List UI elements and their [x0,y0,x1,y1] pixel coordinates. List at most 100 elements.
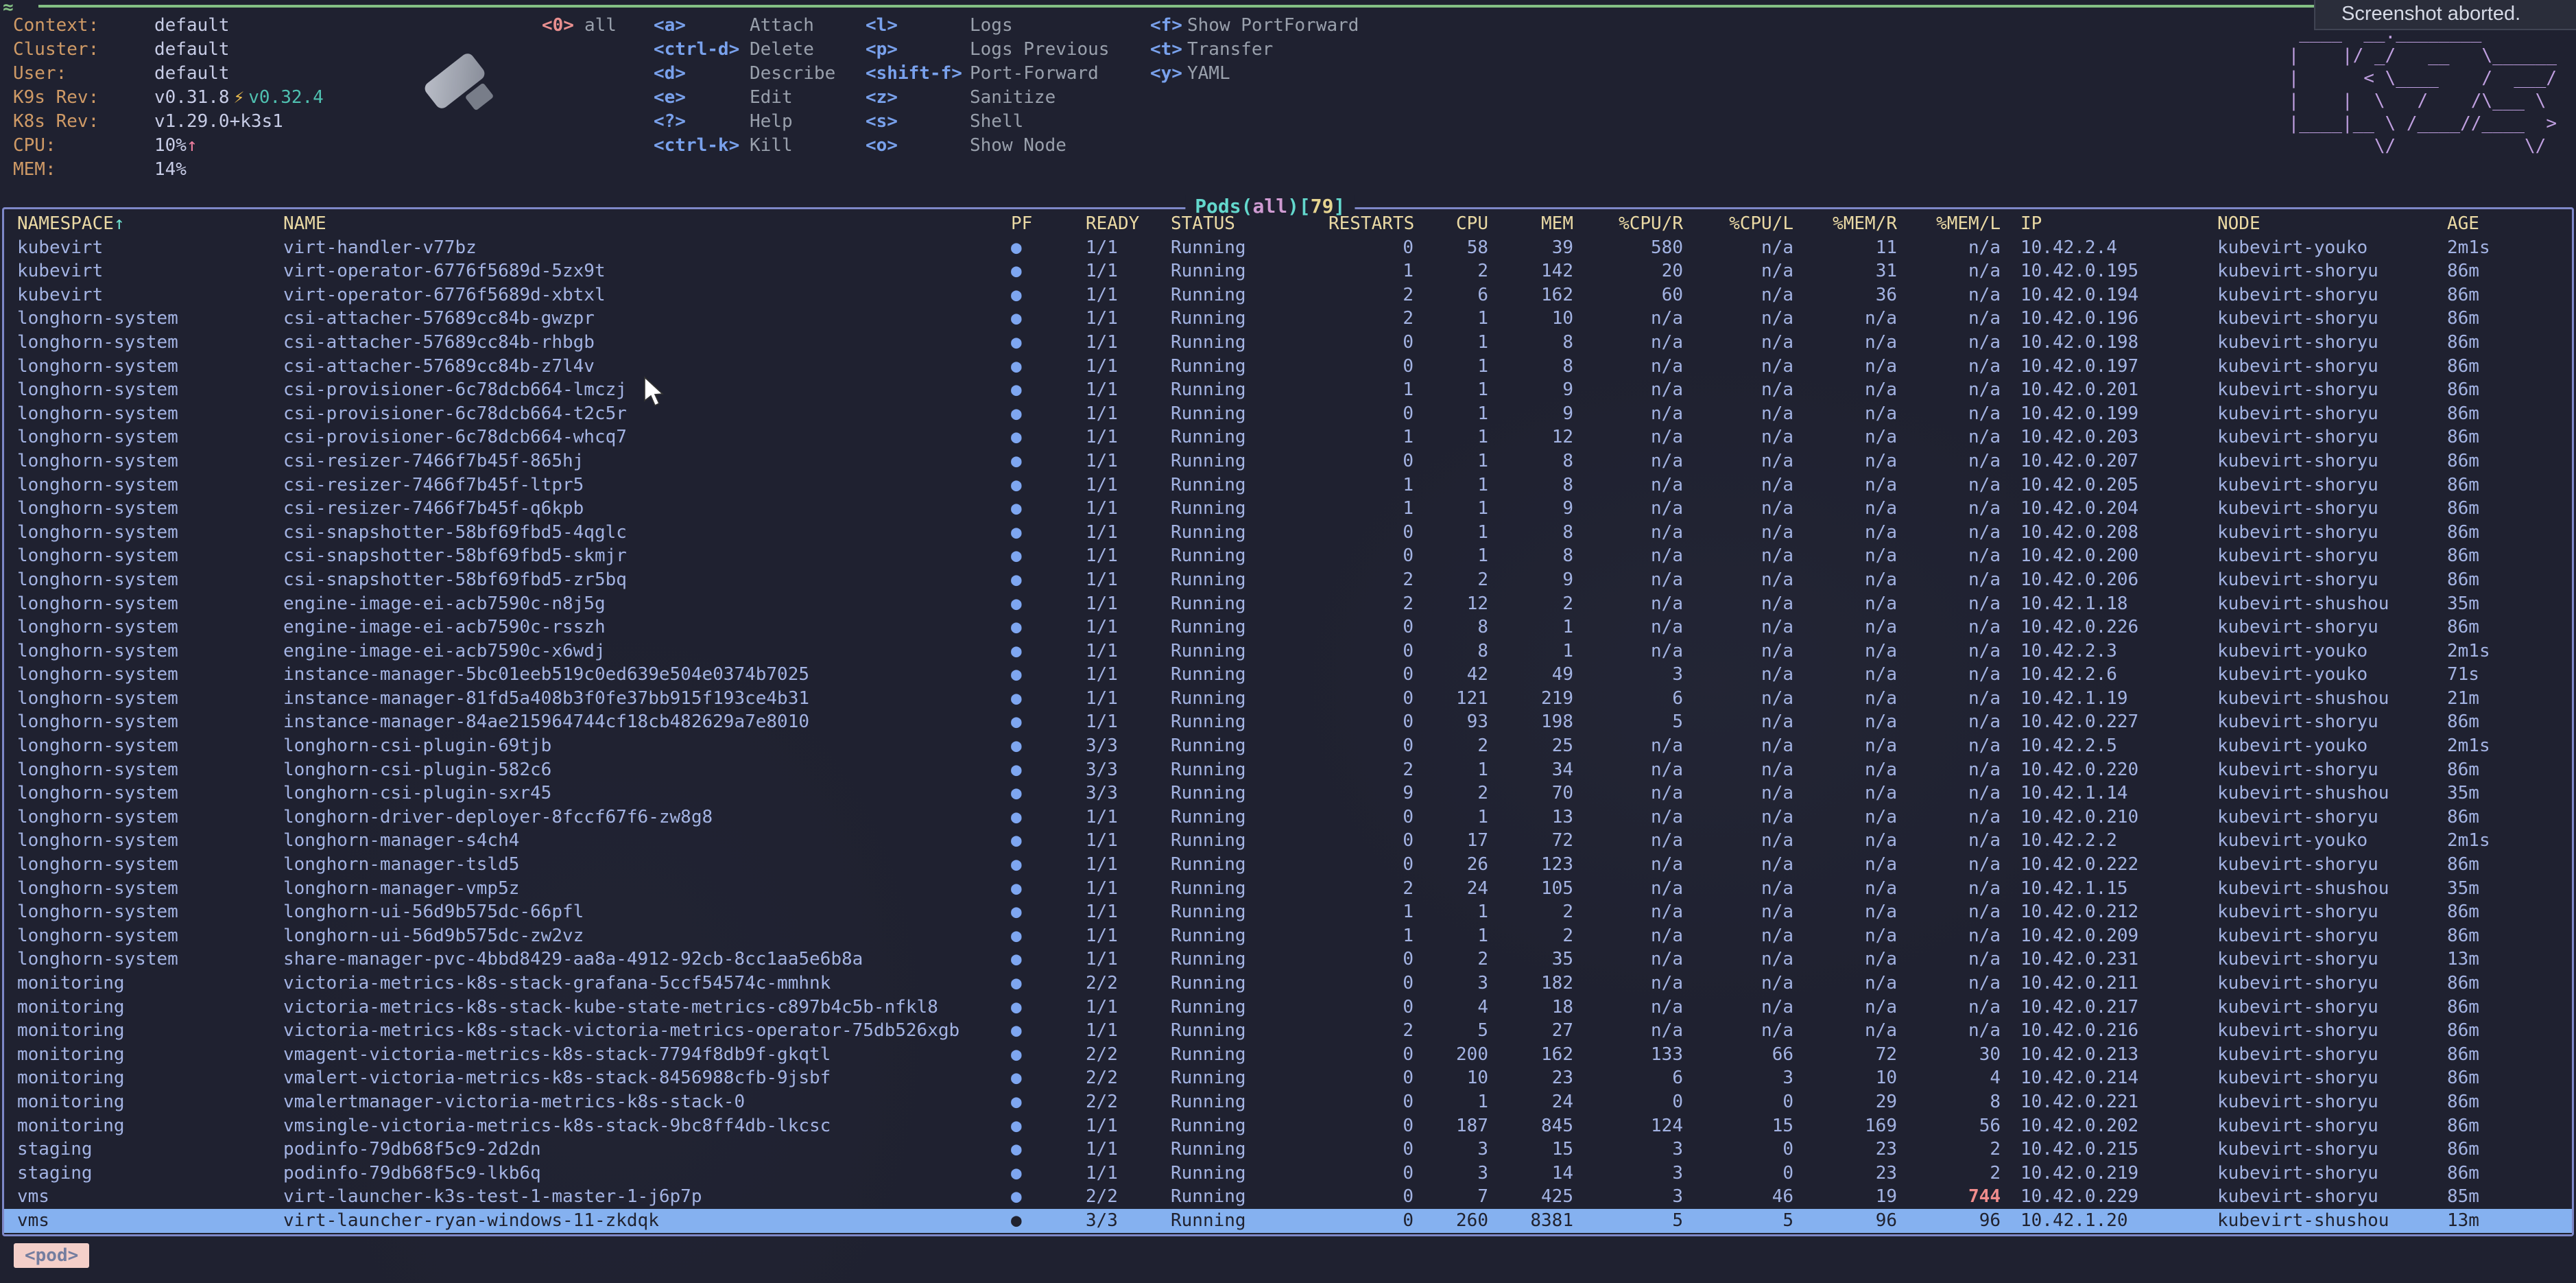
table-row[interactable]: longhorn-systemcsi-resizer-7466f7b45f-q6… [4,497,2572,521]
cell-name: csi-attacher-57689cc84b-rhbgb [283,331,1010,355]
table-row[interactable]: monitoringvmalertmanager-victoria-metric… [4,1090,2572,1114]
pod-status-dot-icon: ● [1010,592,1072,616]
column-header-cpur[interactable]: %CPU/R [1573,212,1683,236]
pod-status-dot-icon: ● [1010,425,1072,449]
table-row[interactable]: longhorn-systemlonghorn-csi-plugin-sxr45… [4,781,2572,805]
cell-age: 86m [2447,1162,2559,1186]
column-header-namespace[interactable]: NAMESPACE↑ [17,212,283,236]
cell-cpu: 3 [1414,972,1488,996]
cell-status: Running [1171,355,1328,379]
table-row[interactable]: longhorn-systemlonghorn-manager-tsld5●1/… [4,853,2572,877]
table-row[interactable]: stagingpodinfo-79db68f5c9-2d2dn●1/1Runni… [4,1138,2572,1162]
table-row[interactable]: longhorn-systemlonghorn-csi-plugin-69tjb… [4,734,2572,758]
table-row[interactable]: longhorn-systemcsi-attacher-57689cc84b-z… [4,355,2572,379]
table-row[interactable]: longhorn-systemlonghorn-ui-56d9b575dc-66… [4,900,2572,924]
cell-restarts: 1 [1328,900,1414,924]
hotkey-label: Port-Forward [970,63,1099,84]
table-row[interactable]: longhorn-systemengine-image-ei-acb7590c-… [4,639,2572,663]
table-row[interactable]: longhorn-systeminstance-manager-5bc01eeb… [4,663,2572,687]
table-row[interactable]: kubevirtvirt-handler-v77bz●1/1Running058… [4,236,2572,260]
table-row[interactable]: kubevirtvirt-operator-6776f5689d-xbtxl●1… [4,283,2572,307]
cell-node: kubevirt-shoryu [2217,378,2447,402]
table-row[interactable]: longhorn-systemlonghorn-manager-s4ch4●1/… [4,829,2572,853]
column-header-restarts[interactable]: RESTARTS [1328,212,1414,236]
table-row[interactable]: longhorn-systemcsi-provisioner-6c78dcb66… [4,402,2572,426]
cell-node: kubevirt-shoryu [2217,1043,2447,1067]
k9s-rev-value: v0.31.8 [154,87,230,108]
cell-cpur: n/a [1573,331,1683,355]
cell-cpu: 1 [1414,402,1488,426]
table-row[interactable]: longhorn-systemcsi-snapshotter-58bf69fbd… [4,521,2572,545]
column-header-mem[interactable]: MEM [1488,212,1573,236]
table-row[interactable]: longhorn-systeminstance-manager-84ae2159… [4,710,2572,734]
table-row[interactable]: monitoringvictoria-metrics-k8s-stack-kub… [4,996,2572,1020]
column-header-pf[interactable]: PF [1010,212,1072,236]
table-row[interactable]: longhorn-systemengine-image-ei-acb7590c-… [4,592,2572,616]
column-header-cpul[interactable]: %CPU/L [1683,212,1793,236]
table-row[interactable]: longhorn-systemlonghorn-driver-deployer-… [4,805,2572,829]
cell-cpur: n/a [1573,900,1683,924]
table-row[interactable]: longhorn-systeminstance-manager-81fd5a40… [4,687,2572,711]
cell-cpul: n/a [1683,236,1793,260]
table-row[interactable]: longhorn-systemcsi-provisioner-6c78dcb66… [4,425,2572,449]
cell-namespace: longhorn-system [17,402,283,426]
column-header-memr[interactable]: %MEM/R [1793,212,1897,236]
cell-ip: 10.42.2.3 [2001,639,2217,663]
table-row[interactable]: longhorn-systemshare-manager-pvc-4bbd842… [4,947,2572,972]
table-row[interactable]: longhorn-systemcsi-provisioner-6c78dcb66… [4,378,2572,402]
table-row[interactable]: longhorn-systemlonghorn-manager-vmp5z●1/… [4,877,2572,901]
table-row[interactable]: longhorn-systemcsi-snapshotter-58bf69fbd… [4,544,2572,568]
table-row[interactable]: longhorn-systemengine-image-ei-acb7590c-… [4,615,2572,639]
cell-node: kubevirt-shoryu [2217,331,2447,355]
table-row[interactable]: kubevirtvirt-operator-6776f5689d-5zx9t●1… [4,259,2572,283]
cell-name: podinfo-79db68f5c9-2d2dn [283,1138,1010,1162]
cell-mem: 1 [1488,639,1573,663]
column-header-ready[interactable]: READY [1072,212,1171,236]
cell-status: Running [1171,1138,1328,1162]
cell-namespace: staging [17,1138,283,1162]
table-row[interactable]: longhorn-systemcsi-attacher-57689cc84b-r… [4,331,2572,355]
cell-restarts: 0 [1328,734,1414,758]
table-row[interactable]: monitoringvmalert-victoria-metrics-k8s-s… [4,1066,2572,1090]
hotkey-key: <p> [866,38,970,62]
cell-node: kubevirt-youko [2217,829,2447,853]
table-row[interactable]: monitoringvmsingle-victoria-metrics-k8s-… [4,1114,2572,1138]
column-header-cpu[interactable]: CPU [1414,212,1488,236]
cell-memr: 72 [1793,1043,1897,1067]
table-row[interactable]: longhorn-systemcsi-attacher-57689cc84b-g… [4,307,2572,331]
column-header-status[interactable]: STATUS [1171,212,1328,236]
table-row[interactable]: monitoringvmagent-victoria-metrics-k8s-s… [4,1043,2572,1067]
cell-node: kubevirt-shoryu [2217,805,2447,829]
table-row[interactable]: vmsvirt-launcher-k3s-test-1-master-1-j6p… [4,1185,2572,1209]
table-row[interactable]: longhorn-systemcsi-snapshotter-58bf69fbd… [4,568,2572,592]
pod-status-dot-icon: ● [1010,639,1072,663]
column-header-ip[interactable]: IP [2001,212,2217,236]
cell-cpu: 26 [1414,853,1488,877]
hotkey-item: <y>YAML [1150,62,1359,86]
table-row[interactable]: longhorn-systemcsi-resizer-7466f7b45f-86… [4,449,2572,473]
cell-restarts: 1 [1328,378,1414,402]
table-row[interactable]: stagingpodinfo-79db68f5c9-lkb6q●1/1Runni… [4,1162,2572,1186]
cell-cpu: 1 [1414,449,1488,473]
cell-restarts: 0 [1328,805,1414,829]
table-row[interactable]: longhorn-systemlonghorn-csi-plugin-582c6… [4,758,2572,782]
cell-mem: 2 [1488,924,1573,948]
table-row-selected[interactable]: vmsvirt-launcher-ryan-windows-11-zkdqk●3… [4,1209,2572,1233]
column-header-node[interactable]: NODE [2217,212,2447,236]
cell-namespace: staging [17,1162,283,1186]
table-row[interactable]: longhorn-systemcsi-resizer-7466f7b45f-lt… [4,473,2572,497]
cell-cpu: 3 [1414,1162,1488,1186]
column-header-age[interactable]: AGE [2447,212,2559,236]
column-header-name[interactable]: NAME [283,212,1010,236]
cell-cpul: n/a [1683,758,1793,782]
cell-node: kubevirt-shoryu [2217,497,2447,521]
cell-name: instance-manager-5bc01eeb519c0ed639e504e… [283,663,1010,687]
pod-status-dot-icon: ● [1010,972,1072,996]
cell-restarts: 0 [1328,639,1414,663]
table-row[interactable]: monitoringvictoria-metrics-k8s-stack-gra… [4,972,2572,996]
table-row[interactable]: longhorn-systemlonghorn-ui-56d9b575dc-zw… [4,924,2572,948]
pod-status-dot-icon: ● [1010,710,1072,734]
table-row[interactable]: monitoringvictoria-metrics-k8s-stack-vic… [4,1019,2572,1043]
column-header-meml[interactable]: %MEM/L [1897,212,2001,236]
cell-mem: 25 [1488,734,1573,758]
